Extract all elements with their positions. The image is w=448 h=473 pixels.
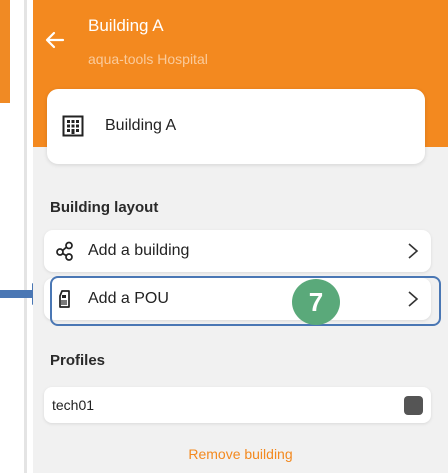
add-building-label: Add a building (88, 242, 190, 259)
hierarchy-nodes-icon (56, 241, 73, 261)
chevron-right-icon (408, 243, 419, 259)
profile-label: tech01 (52, 397, 95, 413)
profile-row-tech01[interactable]: tech01 (44, 387, 431, 423)
building-card-label: Building A (105, 117, 177, 134)
building-layout-heading: Building layout (50, 199, 159, 216)
profiles-heading: Profiles (50, 352, 106, 369)
header-title: Building A (88, 16, 164, 35)
header-subtitle: aqua-tools Hospital (88, 51, 208, 67)
building-icon (62, 115, 84, 137)
add-building-row[interactable]: Add a building (44, 230, 431, 272)
back-arrow-icon[interactable] (43, 28, 67, 52)
building-card[interactable]: Building A (47, 89, 425, 164)
profile-checkbox[interactable] (404, 396, 423, 415)
building-screen: Building A aqua-tools Hospital Building … (33, 0, 448, 473)
tutorial-highlight-box (50, 276, 441, 326)
remove-building-button[interactable]: Remove building (33, 446, 448, 462)
background-app-header-strip (0, 0, 10, 103)
background-divider (24, 0, 27, 473)
tutorial-step-badge: 7 (292, 279, 340, 325)
